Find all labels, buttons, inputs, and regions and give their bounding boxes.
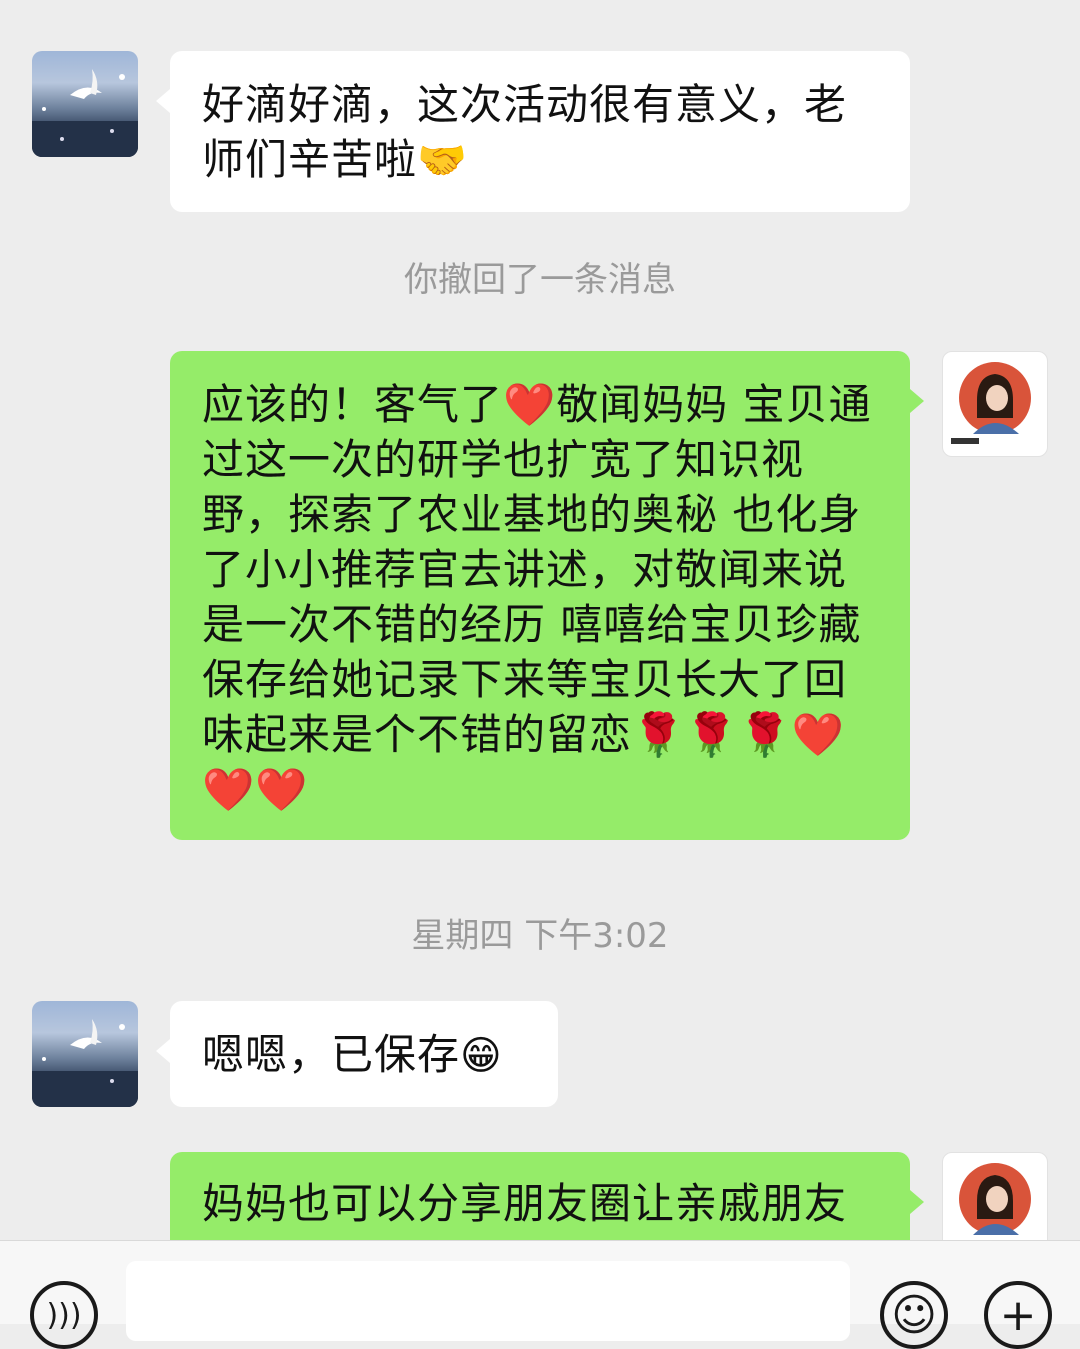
message-text: 妈妈也可以分享朋友圈让亲戚朋友 xyxy=(202,1179,848,1228)
seagull-photo-icon xyxy=(32,69,138,157)
teacher-avatar[interactable] xyxy=(942,351,1048,457)
teacher-photo-icon xyxy=(959,1163,1031,1235)
message-text: 应该的！客气了❤️敬闻妈妈 宝贝通过这一次的研学也扩宽了知识视野，探索了农业基地… xyxy=(202,380,872,814)
message-bubble[interactable]: 嗯嗯，已保存😁 xyxy=(156,1001,558,1107)
message-text: 嗯嗯，已保存 xyxy=(202,1030,461,1079)
teacher-photo-icon xyxy=(951,362,1031,444)
plus-icon[interactable]: + xyxy=(984,1281,1052,1349)
teacher-avatar[interactable] xyxy=(942,1152,1048,1240)
recall-notice: 你撤回了一条消息 xyxy=(404,260,676,300)
grin-emoji-icon: 😁 xyxy=(460,1033,503,1079)
emoji-icon[interactable]: ☺ xyxy=(880,1281,948,1349)
message-text: 好滴好滴，这次活动很有意义，老师们辛苦啦 xyxy=(202,80,848,184)
handshake-emoji-icon: 🤝 xyxy=(417,138,468,184)
message-bubble[interactable]: 妈妈也可以分享朋友圈让亲戚朋友 xyxy=(170,1152,924,1240)
message-bubble[interactable]: 应该的！客气了❤️敬闻妈妈 宝贝通过这一次的研学也扩宽了知识视野，探索了农业基地… xyxy=(170,351,924,840)
timestamp: 星期四 下午3:02 xyxy=(411,916,669,956)
message-bubble[interactable]: 好滴好滴，这次活动很有意义，老师们辛苦啦🤝 xyxy=(156,51,910,212)
contact-avatar[interactable] xyxy=(32,1001,138,1107)
voice-icon[interactable]: ))) xyxy=(30,1281,98,1349)
chat-area[interactable]: 好滴好滴，这次活动很有意义，老师们辛苦啦🤝 你撤回了一条消息 应该的！客气了❤️… xyxy=(0,0,1080,1240)
input-bar: ))) ☺ + xyxy=(0,1240,1080,1349)
seagull-photo-icon xyxy=(32,1019,138,1107)
message-input[interactable] xyxy=(126,1261,850,1341)
contact-avatar[interactable] xyxy=(32,51,138,157)
